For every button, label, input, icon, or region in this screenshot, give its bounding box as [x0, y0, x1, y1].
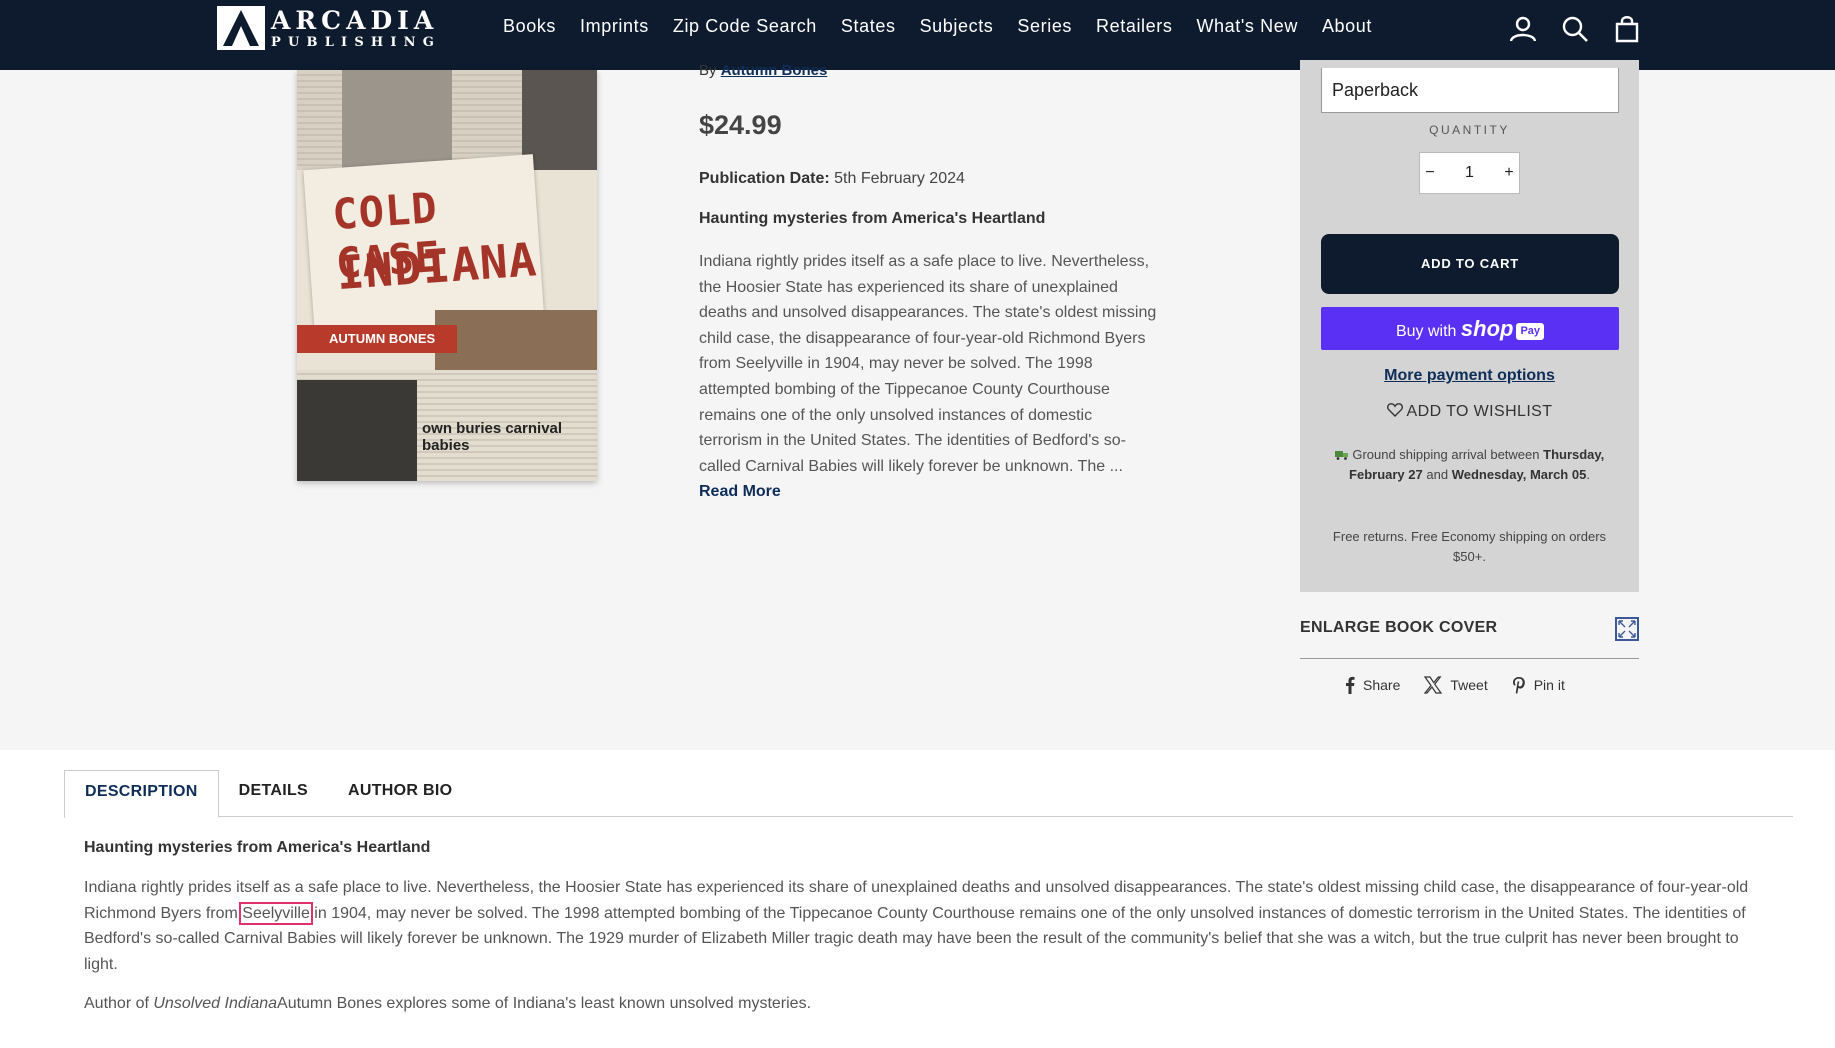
- shipping-estimate: Ground shipping arrival between Thursday…: [1330, 445, 1609, 485]
- nav-books[interactable]: Books: [503, 16, 556, 37]
- description-author-note: Author of Unsolved IndianaAutumn Bones e…: [84, 995, 812, 1012]
- buy-with-shop-pay-button[interactable]: Buy with shop Pay: [1321, 307, 1619, 350]
- tab-details[interactable]: DETAILS: [219, 770, 328, 817]
- cover-photo-woman: [342, 70, 452, 175]
- nav-zip-code-search[interactable]: Zip Code Search: [673, 16, 817, 37]
- heart-icon: [1386, 403, 1403, 417]
- expand-icon[interactable]: [1615, 617, 1639, 641]
- main-nav: Books Imprints Zip Code Search States Su…: [503, 16, 1396, 37]
- logo-line1: ARCADIA: [271, 5, 439, 35]
- nav-imprints[interactable]: Imprints: [580, 16, 649, 37]
- product-blurb: Indiana rightly prides itself as a safe …: [699, 253, 1157, 501]
- nav-subjects[interactable]: Subjects: [920, 16, 994, 37]
- format-select[interactable]: Paperback: [1321, 68, 1619, 113]
- nav-series[interactable]: Series: [1017, 16, 1072, 37]
- book-title: Unsolved Indiana: [153, 995, 278, 1012]
- nav-states[interactable]: States: [841, 16, 896, 37]
- book-cover-image[interactable]: COLD CASE INDIANA AUTUMN BONES own burie…: [297, 70, 597, 481]
- tab-author-bio[interactable]: AUTHOR BIO: [328, 770, 472, 817]
- more-payment-options-link[interactable]: More payment options: [1300, 367, 1639, 385]
- description-body: Indiana rightly prides itself as a safe …: [84, 879, 1749, 973]
- shop-pay-logo: shop: [1460, 316, 1514, 341]
- enlarge-label: ENLARGE BOOK COVER: [1300, 619, 1498, 636]
- truck-icon: [1334, 451, 1348, 460]
- search-icon[interactable]: [1560, 14, 1590, 44]
- add-to-wishlist-button[interactable]: ADD TO WISHLIST: [1300, 403, 1639, 421]
- quantity-input[interactable]: 1: [1440, 164, 1499, 182]
- add-to-cart-button[interactable]: ADD TO CART: [1321, 234, 1619, 294]
- tab-description[interactable]: DESCRIPTION: [64, 770, 219, 818]
- product-tabs: DESCRIPTION DETAILS AUTHOR BIO: [64, 770, 1793, 818]
- read-more-link[interactable]: Read More: [699, 483, 781, 500]
- share-links: Share Tweet Pin it: [1345, 676, 1565, 694]
- share-x-button[interactable]: Tweet: [1424, 676, 1488, 694]
- author-link[interactable]: Autumn Bones: [721, 62, 828, 79]
- cover-photo-portrait: [522, 70, 597, 170]
- cover-author-band: AUTUMN BONES: [297, 325, 457, 353]
- quantity-decrease-button[interactable]: −: [1420, 164, 1440, 182]
- cover-photo-evidence: [297, 380, 417, 481]
- nav-about[interactable]: About: [1322, 16, 1372, 37]
- publication-date: Publication Date: 5th February 2024: [699, 170, 965, 187]
- quantity-stepper: − 1 +: [1419, 152, 1520, 194]
- returns-policy: Free returns. Free Economy shipping on o…: [1332, 529, 1607, 564]
- cart-icon[interactable]: [1612, 14, 1642, 44]
- facebook-icon: [1346, 676, 1355, 694]
- share-pinterest-button[interactable]: Pin it: [1512, 676, 1565, 694]
- highlighted-word: Seelyville: [239, 901, 313, 925]
- logo-line2: PUBLISHING: [271, 34, 442, 50]
- buy-box: Paperback QUANTITY − 1 + ADD TO CART Buy…: [1300, 60, 1639, 592]
- description-tagline: Haunting mysteries from America's Heartl…: [84, 839, 431, 856]
- author-byline: By Autumn Bones: [699, 62, 828, 79]
- product-tagline: Haunting mysteries from America's Heartl…: [699, 210, 1046, 227]
- enlarge-book-cover[interactable]: ENLARGE BOOK COVER: [1300, 614, 1639, 659]
- arcadia-logo[interactable]: ARCADIA PUBLISHING: [217, 6, 441, 50]
- quantity-label: QUANTITY: [1429, 123, 1510, 137]
- nav-whats-new[interactable]: What's New: [1196, 16, 1297, 37]
- price: $24.99: [699, 110, 782, 140]
- x-icon: [1424, 676, 1443, 694]
- nav-retailers[interactable]: Retailers: [1096, 16, 1172, 37]
- logo-mark-icon: [217, 6, 265, 50]
- cover-newspaper-headline: own buries carnival babies: [422, 420, 563, 454]
- pinterest-icon: [1512, 677, 1525, 694]
- share-facebook-button[interactable]: Share: [1345, 676, 1400, 694]
- account-icon[interactable]: [1508, 14, 1538, 44]
- quantity-increase-button[interactable]: +: [1499, 164, 1519, 182]
